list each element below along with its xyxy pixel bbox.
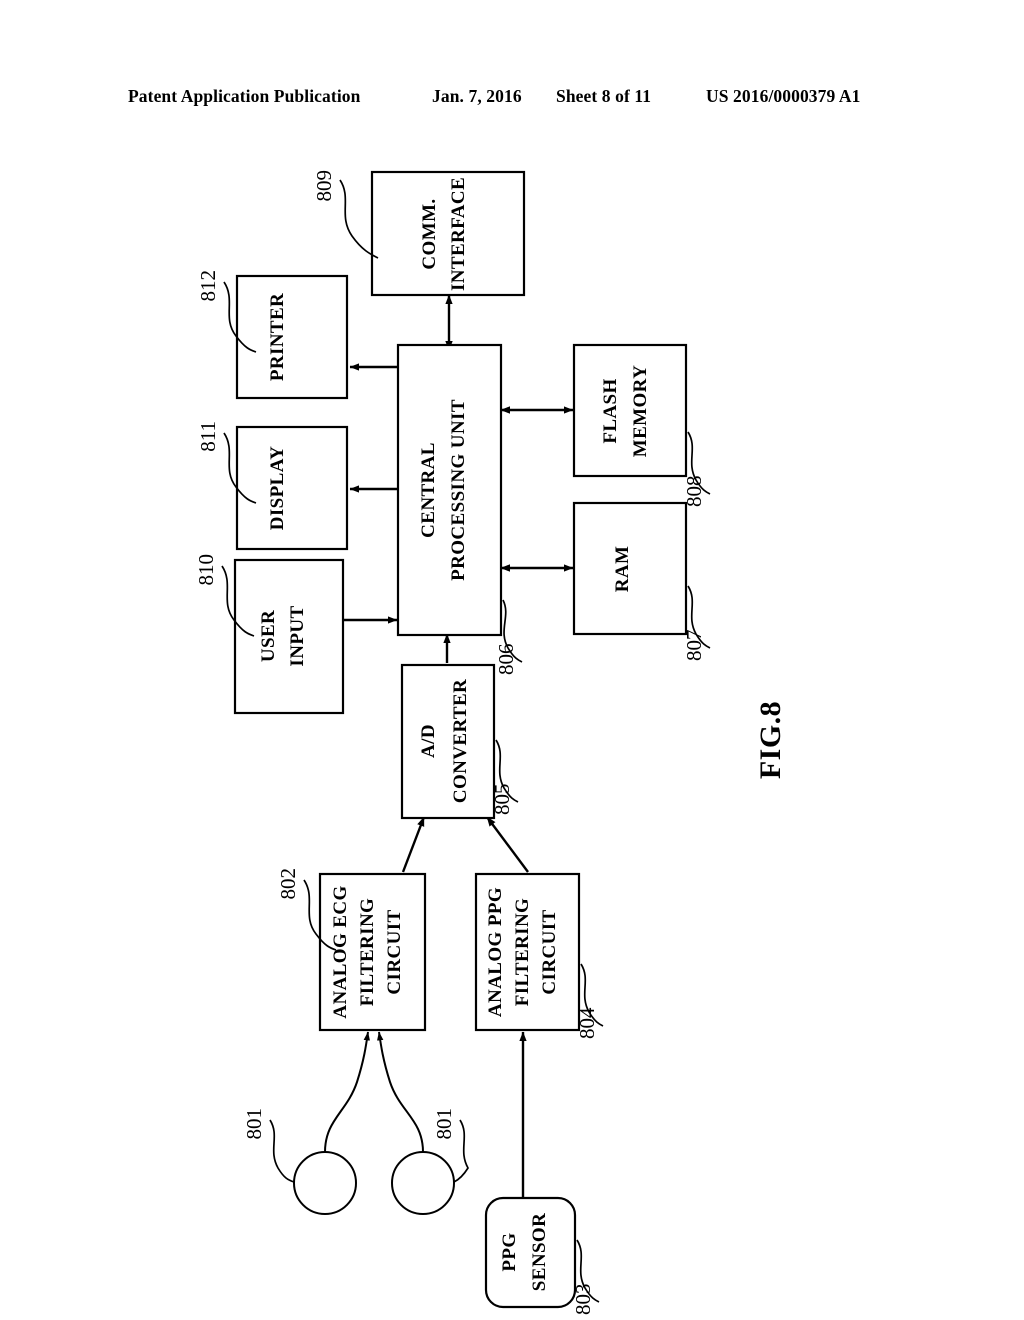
block-label-display: DISPLAY	[267, 446, 288, 530]
block-user-input[interactable]: USER INPUT	[233, 558, 345, 715]
block-label-ppg-line1: ANALOG PPG	[485, 887, 506, 1017]
block-label-comm-interface-line2: INTERFACE	[448, 177, 469, 291]
ref-leader-801-left	[269, 1119, 295, 1183]
page-header: Patent Application Publication Jan. 7, 2…	[0, 86, 1024, 112]
block-label-user-input-line1: USER	[258, 610, 279, 662]
block-central-processing-unit[interactable]: CENTRAL PROCESSING UNIT	[396, 343, 503, 637]
block-label-ram: RAM	[612, 546, 633, 593]
block-label-ecg-line3: CIRCUIT	[384, 909, 405, 994]
header-date: Jan. 7, 2016	[432, 86, 522, 106]
block-label-ecg-line1: ANALOG ECG	[330, 885, 351, 1018]
block-label-ppg-sensor-line2: SENSOR	[529, 1213, 550, 1291]
ref-number-811: 811	[196, 421, 220, 452]
block-analog-ecg-filtering-circuit[interactable]: ANALOG ECG FILTERING CIRCUIT	[318, 872, 427, 1032]
block-label-ad-line1: A/D	[418, 724, 439, 758]
block-ad-converter[interactable]: A/D CONVERTER	[400, 663, 496, 820]
patent-page: Patent Application Publication Jan. 7, 2…	[0, 0, 1024, 1320]
block-printer[interactable]: PRINTER	[235, 274, 349, 400]
ref-number-807: 807	[682, 630, 706, 662]
figure-8-block-diagram: COMM. INTERFACE PRINTER DISPLAY USER INP…	[0, 120, 1024, 1320]
ref-number-810: 810	[194, 554, 218, 586]
block-analog-ppg-filtering-circuit[interactable]: ANALOG PPG FILTERING CIRCUIT	[474, 872, 581, 1032]
block-label-ppg-line2: FILTERING	[512, 898, 533, 1007]
block-flash-memory[interactable]: FLASH MEMORY	[572, 343, 688, 478]
connection-electrodes-ecg-filter	[324, 1031, 424, 1153]
connection-ecg-filter-ad-converter	[401, 816, 426, 873]
ref-number-806: 806	[494, 644, 518, 676]
block-ppg-sensor[interactable]: PPG SENSOR	[484, 1196, 577, 1309]
header-sheet-number: Sheet 8 of 11	[556, 86, 652, 106]
ref-number-801-left: 801	[242, 1108, 266, 1140]
connection-ppg-filter-ad-converter	[486, 816, 529, 873]
ref-number-801-right: 801	[432, 1108, 456, 1140]
header-patent-number: US 2016/0000379 A1	[706, 86, 861, 106]
electrode-right[interactable]	[391, 1151, 455, 1215]
block-comm-interface[interactable]: COMM. INTERFACE	[370, 170, 526, 297]
block-ram[interactable]: RAM	[572, 501, 688, 636]
ref-number-803: 803	[571, 1284, 595, 1316]
block-label-cpu-line2: PROCESSING UNIT	[448, 399, 469, 581]
block-label-flash-line1: FLASH	[600, 378, 621, 443]
electrode-left[interactable]	[293, 1151, 357, 1215]
block-label-printer: PRINTER	[267, 293, 288, 381]
ref-leader-801-right	[453, 1119, 469, 1183]
ref-number-809: 809	[312, 170, 336, 202]
ref-number-804: 804	[575, 1007, 599, 1039]
block-label-flash-line2: MEMORY	[630, 365, 651, 458]
header-publication: Patent Application Publication	[128, 86, 361, 106]
block-label-ppg-sensor-line1: PPG	[499, 1232, 520, 1271]
block-label-user-input-line2: INPUT	[287, 605, 308, 666]
block-label-ecg-line2: FILTERING	[357, 898, 378, 1007]
ref-number-808: 808	[682, 476, 706, 508]
block-label-comm-interface-line1: COMM.	[419, 198, 440, 269]
figure-caption: FIG.8	[754, 701, 787, 779]
ref-number-802: 802	[276, 868, 300, 900]
ref-number-805: 805	[490, 784, 514, 816]
block-label-ad-line2: CONVERTER	[450, 679, 471, 803]
block-label-ppg-line3: CIRCUIT	[539, 909, 560, 994]
ref-number-812: 812	[196, 270, 220, 302]
block-label-cpu-line1: CENTRAL	[418, 442, 439, 538]
block-display[interactable]: DISPLAY	[235, 425, 349, 551]
